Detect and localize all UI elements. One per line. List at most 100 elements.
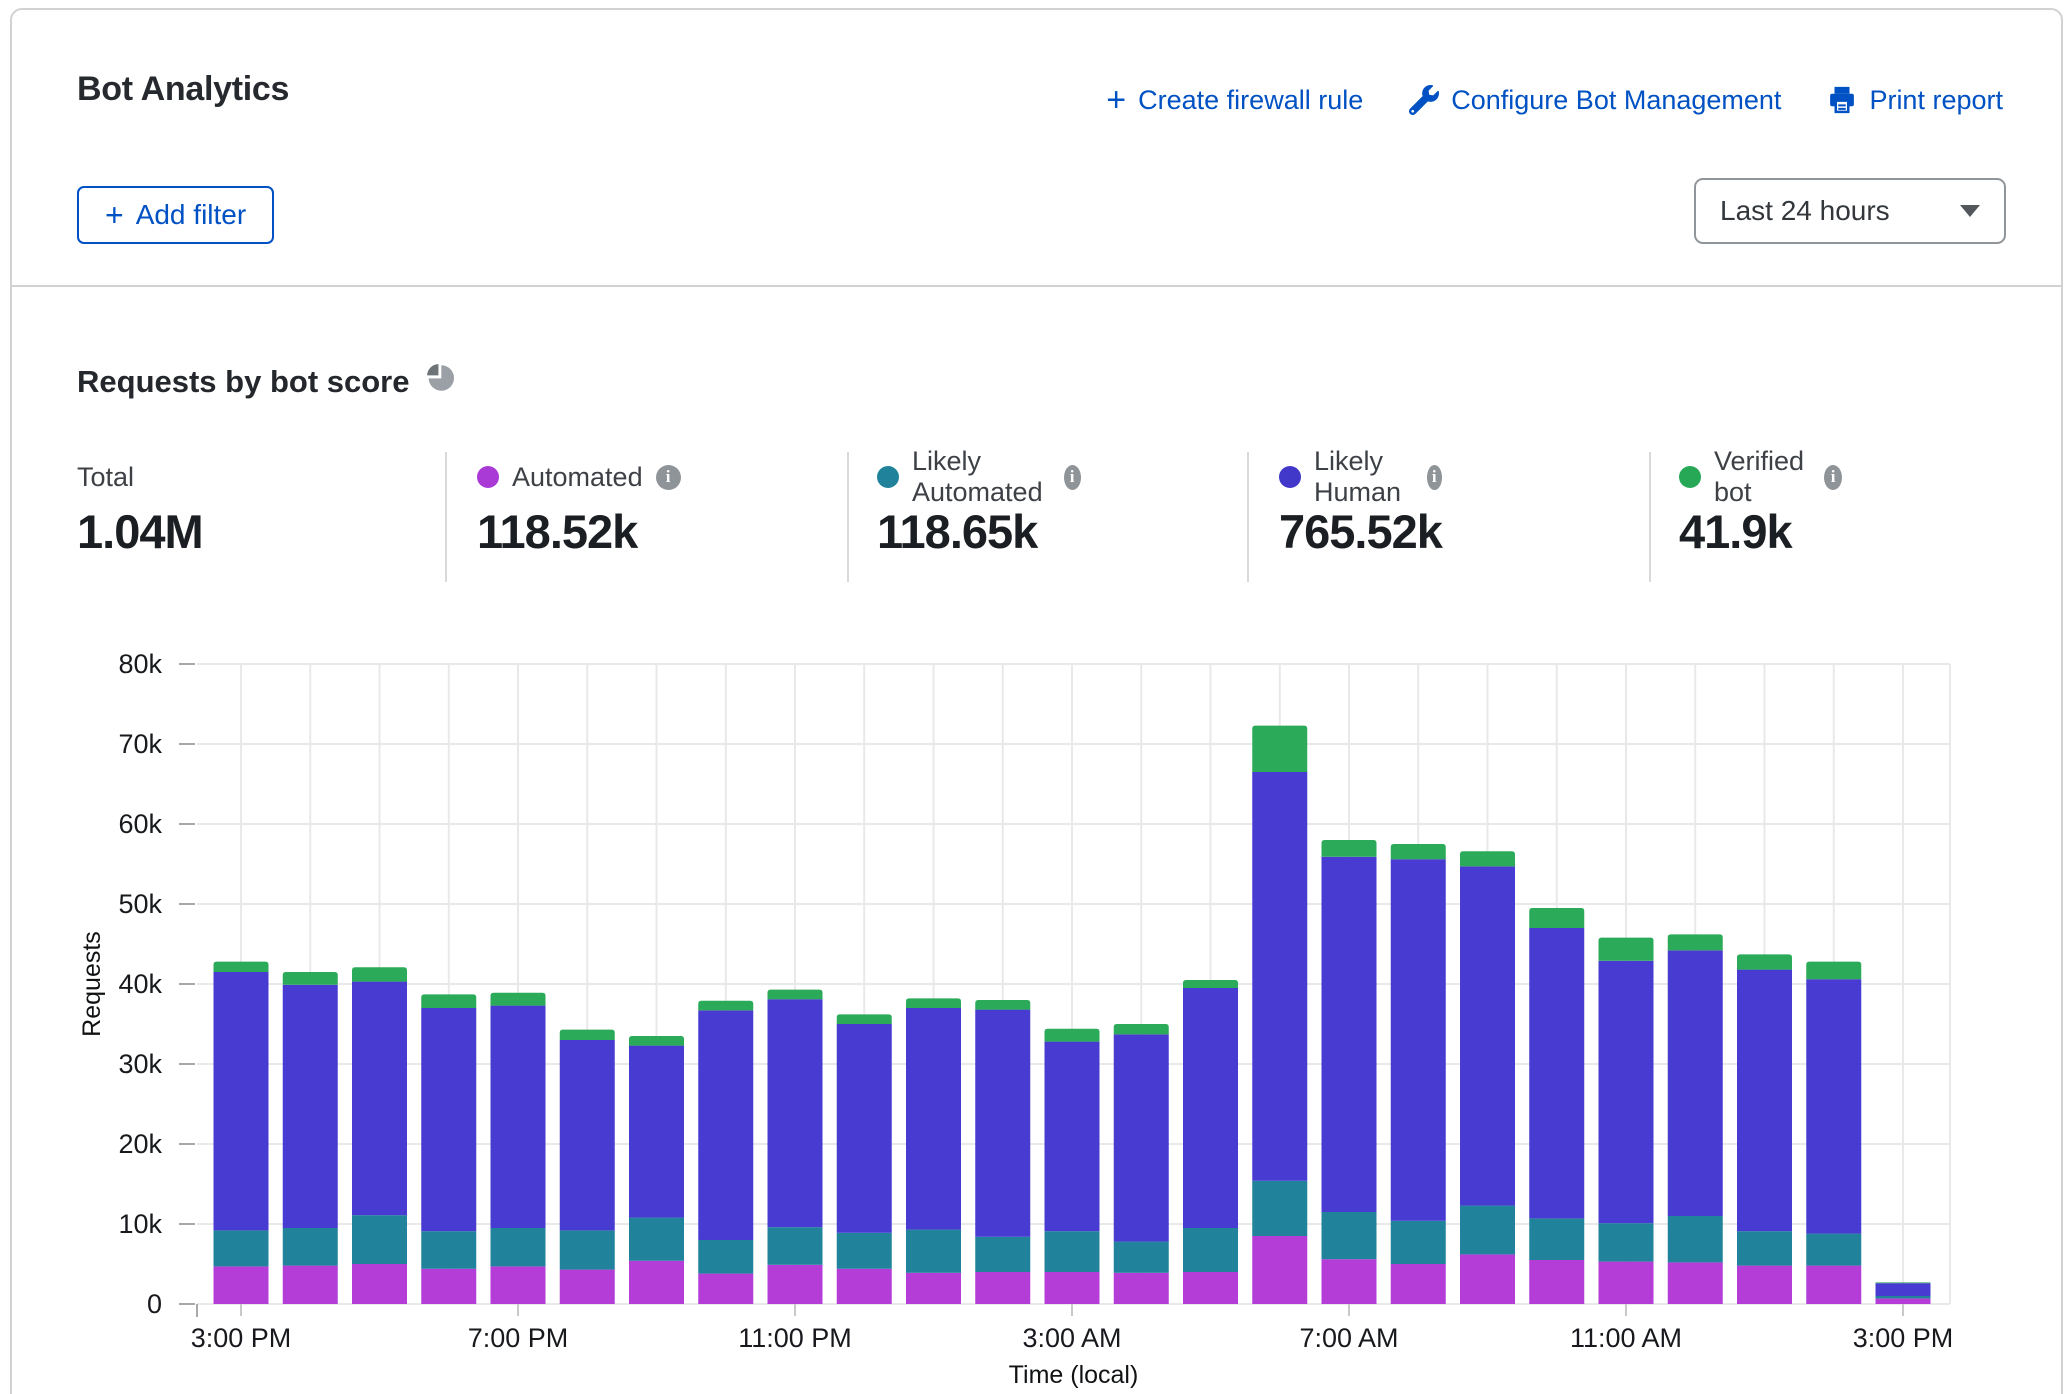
bar-segment-verified-bot[interactable] <box>352 967 407 981</box>
bar-segment-likely-automated[interactable] <box>1599 1223 1654 1261</box>
bar-segment-likely-automated[interactable] <box>698 1240 753 1274</box>
bar-segment-verified-bot[interactable] <box>1322 840 1377 857</box>
configure-bot-management-link[interactable]: Configure Bot Management <box>1409 85 1781 116</box>
bar-segment-likely-human[interactable] <box>629 1046 684 1218</box>
bar-segment-automated[interactable] <box>1045 1272 1100 1304</box>
bar-segment-verified-bot[interactable] <box>1668 934 1723 950</box>
bar-segment-verified-bot[interactable] <box>1391 844 1446 859</box>
bar-segment-verified-bot[interactable] <box>1529 908 1584 928</box>
bar-segment-automated[interactable] <box>1183 1272 1238 1304</box>
bar-segment-verified-bot[interactable] <box>214 962 269 972</box>
bar-segment-likely-human[interactable] <box>1391 859 1446 1221</box>
bar-segment-likely-human[interactable] <box>491 1006 546 1228</box>
bar-segment-likely-human[interactable] <box>975 1010 1030 1237</box>
bar-segment-likely-automated[interactable] <box>1460 1206 1515 1255</box>
bar-segment-likely-human[interactable] <box>768 999 823 1227</box>
bar-segment-likely-automated[interactable] <box>1876 1296 1931 1298</box>
bar-segment-likely-human[interactable] <box>1252 772 1307 1181</box>
bar-segment-likely-human[interactable] <box>421 1008 476 1231</box>
bar-segment-likely-human[interactable] <box>1322 857 1377 1212</box>
bar-segment-likely-automated[interactable] <box>975 1237 1030 1272</box>
bar-segment-verified-bot[interactable] <box>906 998 961 1008</box>
bar-segment-likely-automated[interactable] <box>906 1230 961 1273</box>
bar-segment-verified-bot[interactable] <box>421 994 476 1008</box>
bar-segment-likely-automated[interactable] <box>352 1215 407 1264</box>
bar-segment-automated[interactable] <box>768 1265 823 1304</box>
bar-segment-verified-bot[interactable] <box>1114 1024 1169 1034</box>
bar-segment-automated[interactable] <box>1599 1262 1654 1304</box>
bar-segment-verified-bot[interactable] <box>1045 1029 1100 1042</box>
bar-segment-likely-human[interactable] <box>906 1008 961 1230</box>
bar-segment-automated[interactable] <box>283 1266 338 1304</box>
bar-segment-automated[interactable] <box>1460 1254 1515 1304</box>
bar-segment-likely-automated[interactable] <box>560 1230 615 1269</box>
bar-segment-automated[interactable] <box>1876 1298 1931 1304</box>
bar-segment-likely-human[interactable] <box>1668 950 1723 1216</box>
bar-segment-likely-human[interactable] <box>1114 1034 1169 1241</box>
bar-segment-automated[interactable] <box>1529 1260 1584 1304</box>
bar-segment-verified-bot[interactable] <box>1737 954 1792 969</box>
info-icon[interactable]: i <box>656 465 681 490</box>
bar-segment-likely-human[interactable] <box>283 985 338 1228</box>
bar-segment-verified-bot[interactable] <box>491 993 546 1006</box>
bar-segment-likely-human[interactable] <box>1045 1042 1100 1232</box>
bar-segment-verified-bot[interactable] <box>837 1014 892 1024</box>
bar-segment-automated[interactable] <box>214 1266 269 1304</box>
bar-segment-likely-automated[interactable] <box>1668 1216 1723 1262</box>
bar-segment-automated[interactable] <box>975 1272 1030 1304</box>
bar-segment-likely-automated[interactable] <box>768 1227 823 1265</box>
bar-segment-verified-bot[interactable] <box>1876 1282 1931 1283</box>
bar-segment-automated[interactable] <box>698 1274 753 1304</box>
bar-segment-verified-bot[interactable] <box>768 990 823 1000</box>
bar-segment-likely-human[interactable] <box>1876 1283 1931 1296</box>
bar-segment-verified-bot[interactable] <box>1183 980 1238 988</box>
info-icon[interactable]: i <box>1064 465 1081 490</box>
info-icon[interactable]: i <box>1427 465 1442 490</box>
bar-segment-automated[interactable] <box>906 1273 961 1304</box>
bar-segment-likely-human[interactable] <box>214 972 269 1230</box>
bar-segment-automated[interactable] <box>1322 1259 1377 1304</box>
bar-segment-likely-automated[interactable] <box>629 1218 684 1261</box>
bar-segment-likely-automated[interactable] <box>1529 1218 1584 1260</box>
bar-segment-likely-human[interactable] <box>352 982 407 1216</box>
bar-segment-automated[interactable] <box>1252 1236 1307 1304</box>
bar-segment-likely-automated[interactable] <box>837 1233 892 1269</box>
bar-segment-likely-human[interactable] <box>1806 979 1861 1233</box>
bar-segment-likely-human[interactable] <box>1529 928 1584 1218</box>
bar-segment-likely-automated[interactable] <box>1183 1228 1238 1272</box>
bar-segment-likely-automated[interactable] <box>1806 1234 1861 1266</box>
bar-segment-likely-human[interactable] <box>1599 961 1654 1223</box>
bar-segment-automated[interactable] <box>1737 1266 1792 1304</box>
bar-segment-likely-human[interactable] <box>698 1010 753 1240</box>
bar-segment-likely-human[interactable] <box>560 1040 615 1230</box>
bar-segment-likely-human[interactable] <box>1183 988 1238 1228</box>
bar-segment-automated[interactable] <box>1668 1262 1723 1304</box>
bar-segment-likely-automated[interactable] <box>214 1230 269 1266</box>
bar-segment-automated[interactable] <box>421 1269 476 1304</box>
bar-segment-automated[interactable] <box>1114 1273 1169 1304</box>
create-firewall-rule-link[interactable]: + Create firewall rule <box>1106 85 1363 116</box>
bar-segment-likely-human[interactable] <box>837 1024 892 1233</box>
bar-segment-verified-bot[interactable] <box>975 1000 1030 1010</box>
bar-segment-automated[interactable] <box>1391 1264 1446 1304</box>
bar-segment-verified-bot[interactable] <box>1599 938 1654 961</box>
bar-segment-likely-automated[interactable] <box>421 1231 476 1269</box>
bar-segment-verified-bot[interactable] <box>698 1001 753 1011</box>
bar-segment-automated[interactable] <box>837 1269 892 1304</box>
info-icon[interactable]: i <box>1824 465 1842 490</box>
bar-segment-automated[interactable] <box>1806 1266 1861 1304</box>
bar-segment-likely-automated[interactable] <box>1737 1231 1792 1265</box>
bar-segment-verified-bot[interactable] <box>1252 726 1307 772</box>
bar-segment-verified-bot[interactable] <box>629 1036 684 1046</box>
bar-segment-verified-bot[interactable] <box>1460 851 1515 866</box>
bar-segment-likely-human[interactable] <box>1460 866 1515 1205</box>
bar-segment-automated[interactable] <box>629 1261 684 1304</box>
bar-segment-verified-bot[interactable] <box>283 972 338 985</box>
bar-segment-likely-automated[interactable] <box>491 1228 546 1266</box>
bar-segment-likely-automated[interactable] <box>1114 1242 1169 1273</box>
bar-segment-verified-bot[interactable] <box>560 1030 615 1040</box>
bar-segment-likely-automated[interactable] <box>1252 1181 1307 1236</box>
requests-by-bot-score-chart[interactable]: 010k20k30k40k50k60k70k80kRequests3:00 PM… <box>62 627 2012 1394</box>
bar-segment-automated[interactable] <box>491 1266 546 1304</box>
bar-segment-automated[interactable] <box>560 1270 615 1304</box>
